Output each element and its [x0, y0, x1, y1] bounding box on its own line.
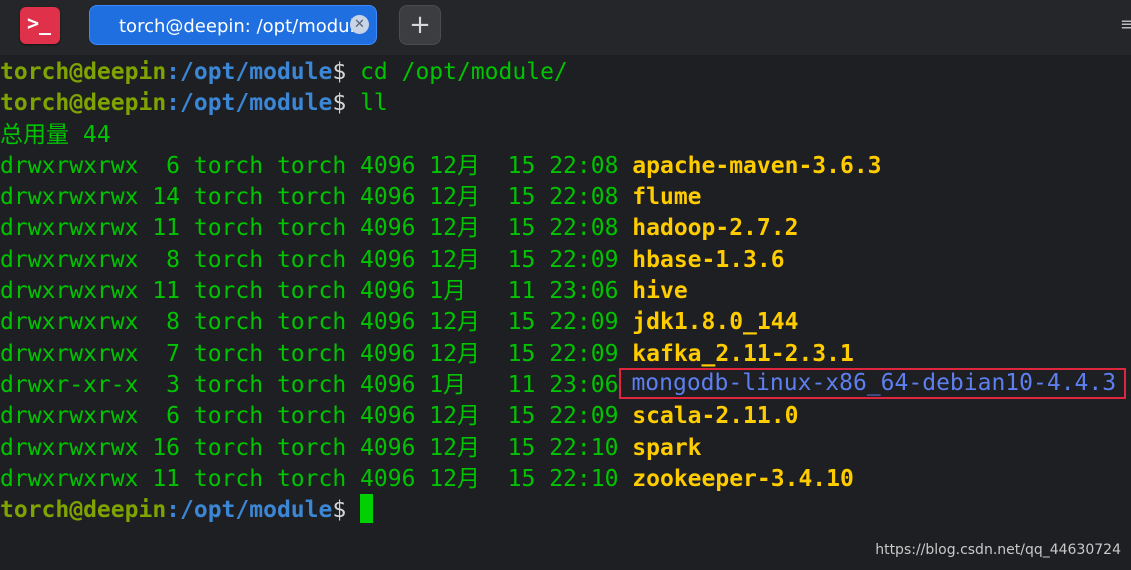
window-menu-icon[interactable]: ≡: [1120, 14, 1131, 35]
directory-name: zookeeper-3.4.10: [632, 465, 854, 492]
listing-meta: drwxrwxrwx 16 torch torch 4096 12月 15 22…: [0, 434, 633, 461]
directory-name: flume: [632, 184, 702, 211]
listing-meta: drwxrwxrwx 11 torch torch 4096 12月 15 22…: [0, 215, 633, 242]
directory-name: jdk1.8.0_144: [632, 309, 799, 336]
listing-meta: drwxrwxrwx 8 torch torch 4096 12月 15 22:…: [0, 309, 633, 336]
command-line: torch@deepin:/opt/module$ cd /opt/module…: [0, 57, 1131, 88]
listing-meta: drwxrwxrwx 11 torch torch 4096 1月 11 23:…: [0, 278, 633, 305]
directory-name: hive: [632, 278, 688, 305]
command-text: ll: [360, 90, 388, 117]
prompt-symbol: $: [332, 90, 347, 117]
watermark: https://blog.csdn.net/qq_44630724: [875, 542, 1121, 558]
listing-row: drwxrwxrwx 8 torch torch 4096 12月 15 22:…: [0, 307, 1131, 338]
close-icon[interactable]: ✕: [350, 15, 369, 34]
prompt-user: torch@deepin: [0, 90, 167, 117]
listing-row: drwxrwxrwx 7 torch torch 4096 12月 15 22:…: [0, 339, 1131, 370]
listing-meta: drwxrwxrwx 8 torch torch 4096 12月 15 22:…: [0, 246, 633, 273]
prompt-path: :/opt/module: [166, 90, 333, 117]
command-line: torch@deepin:/opt/module$ ll: [0, 88, 1131, 119]
directory-name: mongodb-linux-x86_64-debian10-4.4.3: [631, 369, 1117, 396]
directory-name: hadoop-2.7.2: [632, 215, 799, 242]
directory-name: spark: [632, 434, 702, 461]
listing-meta: drwxrwxrwx 7 torch torch 4096 12月 15 22:…: [0, 340, 633, 367]
listing-row: drwxrwxrwx 8 torch torch 4096 12月 15 22:…: [0, 245, 1131, 276]
add-tab-button[interactable]: +: [399, 5, 441, 45]
directory-name: hbase-1.3.6: [632, 246, 785, 273]
listing-meta: drwxrwxrwx 11 torch torch 4096 12月 15 22…: [0, 465, 633, 492]
prompt-path: :/opt/module: [166, 59, 333, 85]
listing-row: drwxrwxrwx 16 torch torch 4096 12月 15 22…: [0, 433, 1131, 464]
highlight-box: mongodb-linux-x86_64-debian10-4.4.3: [619, 367, 1127, 399]
listing-row: drwxrwxrwx 6 torch torch 4096 12月 15 22:…: [0, 151, 1131, 182]
title-bar: >_ torch@deepin: /opt/module ✕ + ≡: [0, 0, 1131, 55]
directory-name: scala-2.11.0: [632, 403, 799, 430]
terminal-prompt-icon: >_: [27, 11, 52, 35]
listing-meta: drwxrwxrwx 6 torch torch 4096 12月 15 22:…: [0, 152, 633, 179]
listing-row: drwxrwxrwx 6 torch torch 4096 12月 15 22:…: [0, 401, 1131, 432]
command-text: cd /opt/module/: [360, 59, 568, 85]
prompt-user: torch@deepin: [0, 497, 167, 524]
listing-meta: drwxrwxrwx 14 torch torch 4096 12月 15 22…: [0, 184, 633, 211]
terminal-output[interactable]: torch@deepin:/opt/module$ cd /opt/module…: [0, 57, 1131, 570]
listing-row-highlighted: drwxr-xr-x 3 torch torch 4096 1月 11 23:0…: [0, 367, 1131, 401]
listing-meta: drwxr-xr-x 3 torch torch 4096 1月 11 23:0…: [0, 371, 619, 398]
prompt-symbol: $: [332, 497, 347, 524]
terminal-app-icon[interactable]: >_: [20, 7, 60, 44]
listing-row: drwxrwxrwx 11 torch torch 4096 1月 11 23:…: [0, 276, 1131, 307]
listing-row: drwxrwxrwx 11 torch torch 4096 12月 15 22…: [0, 213, 1131, 244]
listing-meta: drwxrwxrwx 6 torch torch 4096 12月 15 22:…: [0, 403, 633, 430]
listing-row: drwxrwxrwx 11 torch torch 4096 12月 15 22…: [0, 464, 1131, 495]
prompt-symbol: $: [332, 59, 347, 85]
tab-title: torch@deepin: /opt/module: [119, 16, 366, 37]
text-cursor: [360, 493, 374, 523]
directory-name: kafka_2.11-2.3.1: [632, 340, 854, 367]
listing-row: drwxrwxrwx 14 torch torch 4096 12月 15 22…: [0, 182, 1131, 213]
directory-name: apache-maven-3.6.3: [632, 152, 882, 179]
prompt-user: torch@deepin: [0, 59, 167, 85]
active-prompt-line[interactable]: torch@deepin:/opt/module$: [0, 493, 1131, 526]
prompt-path: :/opt/module: [166, 497, 333, 524]
total-line: 总用量 44: [0, 121, 111, 148]
tab-terminal[interactable]: torch@deepin: /opt/module ✕: [89, 5, 377, 45]
